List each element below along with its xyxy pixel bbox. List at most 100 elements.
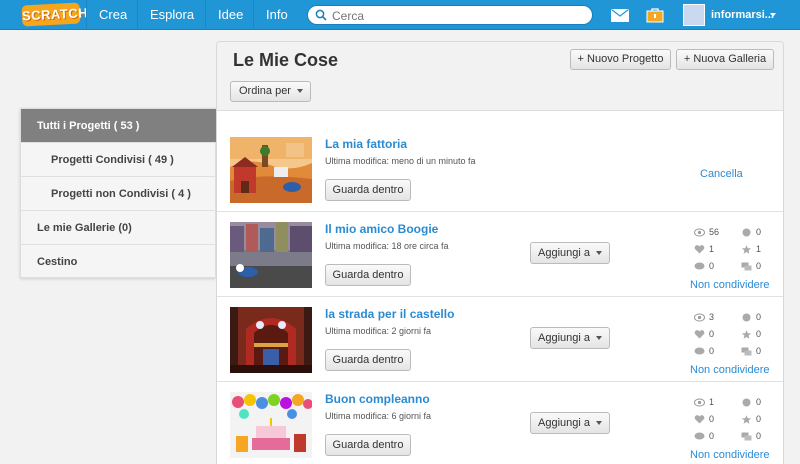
studio-icon [741, 347, 752, 356]
project-thumbnail-birthday[interactable] [230, 392, 312, 458]
nav-esplora[interactable]: Esplora [137, 0, 206, 30]
comments-stat: 0 [694, 346, 714, 356]
studios-count: 0 [756, 346, 762, 356]
views-count: 3 [709, 312, 715, 322]
project-modified: Ultima modifica: 6 giorni fa [325, 411, 432, 421]
studios-count: 0 [756, 261, 762, 271]
search-box[interactable] [307, 5, 593, 25]
project-modified: Ultima modifica: meno di un minuto fa [325, 156, 476, 166]
project-title-link[interactable]: La mia fattoria [325, 137, 407, 151]
search-input[interactable] [332, 8, 582, 23]
project-modified: Ultima modifica: 2 giorni fa [325, 326, 432, 336]
favorites-stat: 1 [741, 244, 761, 254]
chevron-down-icon [596, 336, 602, 341]
comment-icon [694, 262, 705, 270]
heart-icon [694, 330, 705, 339]
remix-icon [742, 228, 751, 237]
views-stat: 3 [694, 312, 714, 322]
boogie-image [230, 222, 312, 288]
project-row: La mia fattoria Ultima modifica: meno di… [217, 127, 783, 212]
star-icon [741, 415, 752, 424]
comments-count: 0 [709, 261, 715, 271]
favorites-count: 1 [756, 244, 762, 254]
star-icon [741, 330, 752, 339]
sort-label: Ordina per [239, 85, 291, 97]
remix-icon [742, 398, 751, 407]
project-thumbnail-castle[interactable] [230, 307, 312, 373]
project-thumbnail-farm[interactable] [230, 137, 312, 203]
see-inside-button[interactable]: Guarda dentro [325, 349, 411, 371]
castle-image [230, 307, 312, 373]
remixes-stat: 0 [741, 312, 761, 322]
unshare-link[interactable]: Non condividere [690, 279, 770, 291]
views-count: 56 [709, 227, 720, 237]
new-gallery-button[interactable]: + Nuova Galleria [676, 49, 774, 70]
comment-icon [694, 432, 705, 440]
comments-count: 0 [709, 346, 715, 356]
eye-icon [694, 313, 705, 322]
delete-link[interactable]: Cancella [700, 168, 743, 180]
star-icon [741, 245, 752, 254]
my-stuff-icon[interactable] [646, 7, 664, 23]
nav-info[interactable]: Info [253, 0, 300, 30]
chevron-down-icon [596, 421, 602, 426]
studios-count: 0 [756, 431, 762, 441]
project-title-link[interactable]: Il mio amico Boogie [325, 222, 438, 236]
views-stat: 56 [694, 227, 719, 237]
views-stat: 1 [694, 397, 714, 407]
add-to-button[interactable]: Aggiungi a [530, 412, 610, 434]
remixes-count: 0 [756, 312, 762, 322]
sidebar-item-unshared[interactable]: Progetti non Condivisi ( 4 ) [21, 177, 217, 211]
loves-count: 0 [709, 414, 715, 424]
nav-crea[interactable]: Crea [86, 0, 139, 30]
project-title-link[interactable]: Buon compleanno [325, 392, 430, 406]
see-inside-button[interactable]: Guarda dentro [325, 179, 411, 201]
comment-icon [694, 347, 705, 355]
sidebar-item-shared[interactable]: Progetti Condivisi ( 49 ) [21, 143, 217, 177]
search-icon [315, 9, 327, 21]
project-modified: Ultima modifica: 18 ore circa fa [325, 241, 449, 251]
studios-stat: 0 [741, 346, 761, 356]
main-panel: Le Mie Cose + Nuovo Progetto + Nuova Gal… [216, 41, 784, 464]
add-to-label: Aggiungi a [538, 247, 590, 259]
loves-stat: 0 [694, 414, 714, 424]
project-thumbnail-boogie[interactable] [230, 222, 312, 288]
remixes-stat: 0 [741, 227, 761, 237]
new-project-button[interactable]: + Nuovo Progetto [570, 49, 671, 70]
mail-icon[interactable] [611, 9, 629, 22]
unshare-link[interactable]: Non condividere [690, 449, 770, 461]
avatar[interactable] [683, 4, 705, 26]
remixes-stat: 0 [741, 397, 761, 407]
add-to-button[interactable]: Aggiungi a [530, 242, 610, 264]
main-header: Le Mie Cose + Nuovo Progetto + Nuova Gal… [217, 42, 783, 111]
scratch-logo[interactable]: SCRATCH [21, 2, 88, 27]
sort-button[interactable]: Ordina per [230, 81, 311, 102]
username[interactable]: informarsi... [711, 0, 774, 30]
chevron-down-icon[interactable] [770, 13, 776, 17]
sidebar-item-all-projects[interactable]: Tutti i Progetti ( 53 ) [21, 109, 217, 143]
nav-idee[interactable]: Idee [205, 0, 255, 30]
studios-stat: 0 [741, 431, 761, 441]
loves-count: 1 [709, 244, 715, 254]
sidebar: Tutti i Progetti ( 53 ) Progetti Condivi… [20, 108, 217, 279]
comments-stat: 0 [694, 431, 714, 441]
favorites-stat: 0 [741, 329, 761, 339]
favorites-count: 0 [756, 329, 762, 339]
favorites-stat: 0 [741, 414, 761, 424]
sidebar-item-galleries[interactable]: Le mie Gallerie (0) [21, 211, 217, 245]
add-to-label: Aggiungi a [538, 332, 590, 344]
unshare-link[interactable]: Non condividere [690, 364, 770, 376]
studio-icon [741, 432, 752, 441]
loves-stat: 1 [694, 244, 714, 254]
see-inside-button[interactable]: Guarda dentro [325, 264, 411, 286]
studio-icon [741, 262, 752, 271]
remixes-count: 0 [756, 227, 762, 237]
sidebar-item-trash[interactable]: Cestino [21, 245, 217, 279]
eye-icon [694, 228, 705, 237]
see-inside-button[interactable]: Guarda dentro [325, 434, 411, 456]
project-title-link[interactable]: la strada per il castello [325, 307, 454, 321]
views-count: 1 [709, 397, 715, 407]
add-to-button[interactable]: Aggiungi a [530, 327, 610, 349]
page-title: Le Mie Cose [233, 50, 339, 70]
top-nav: SCRATCH Crea Esplora Idee Info informars… [0, 0, 800, 30]
